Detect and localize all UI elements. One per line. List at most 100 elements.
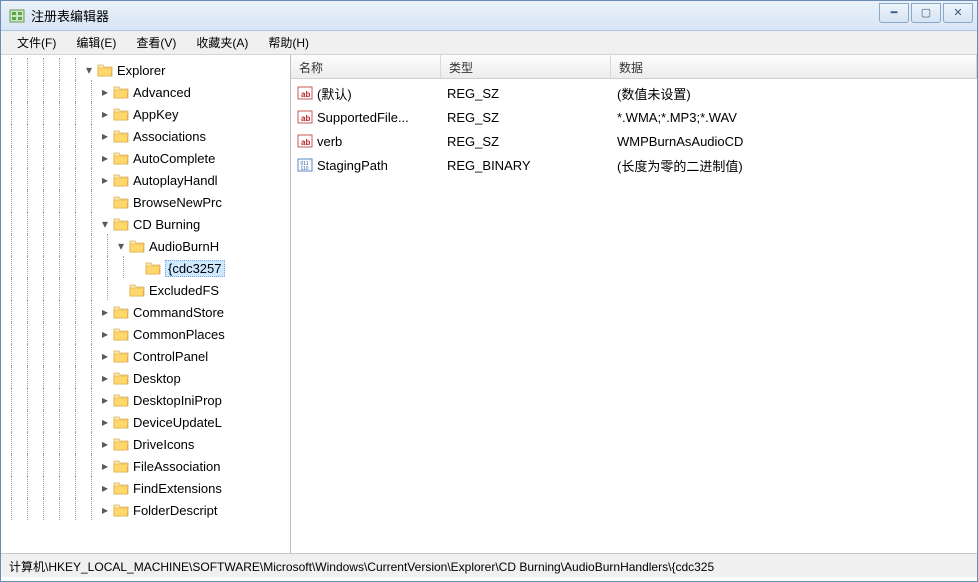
expand-icon[interactable]: ▸ [99,350,111,362]
svg-text:ab: ab [301,114,310,123]
menu-view[interactable]: 查看(V) [126,31,186,54]
tree-label: DeviceUpdateL [133,415,222,430]
tree-item-driveicons[interactable]: ▸ DriveIcons [1,433,290,455]
value-data: (长度为零的二进制值) [611,156,977,175]
tree-item-desktop[interactable]: ▸ Desktop [1,367,290,389]
tree-label: {cdc3257 [165,260,225,277]
expand-icon[interactable]: ▸ [99,174,111,186]
window-controls: ━ ▢ ✕ [877,3,973,25]
value-name: ab(默认) [291,84,441,103]
minimize-button[interactable]: ━ [879,3,909,23]
main-area: ▾Explorer▸Advanced▸AppKey▸Associations▸A… [1,55,977,553]
tree-label: CD Burning [133,217,200,232]
tree-label: Explorer [117,63,165,78]
value-name: 011110StagingPath [291,157,441,173]
expand-icon[interactable]: ▸ [99,108,111,120]
value-type: REG_BINARY [441,158,611,173]
tree-item-appkey[interactable]: ▸ AppKey [1,103,290,125]
column-name[interactable]: 名称 [291,55,441,78]
registry-tree: ▾Explorer▸Advanced▸AppKey▸Associations▸A… [1,55,290,525]
svg-text:ab: ab [301,138,310,147]
tree-label: CommandStore [133,305,224,320]
tree-item-explorer[interactable]: ▾ Explorer [1,59,290,81]
app-icon [9,8,25,24]
expand-icon[interactable]: ▸ [99,394,111,406]
expand-icon[interactable]: ▸ [99,372,111,384]
statusbar: 计算机\HKEY_LOCAL_MACHINE\SOFTWARE\Microsof… [1,553,977,577]
tree-label: CommonPlaces [133,327,225,342]
expand-icon[interactable]: ▸ [99,460,111,472]
tree-item-cdburning[interactable]: ▾ CD Burning [1,213,290,235]
value-row[interactable]: abSupportedFile...REG_SZ*.WMA;*.MP3;*.WA… [291,105,977,129]
titlebar: 注册表编辑器 ━ ▢ ✕ [1,1,977,31]
value-data: (数值未设置) [611,84,977,103]
expand-icon[interactable]: ▸ [99,482,111,494]
menu-help[interactable]: 帮助(H) [258,31,319,54]
menu-edit[interactable]: 编辑(E) [66,31,126,54]
tree-item-excludedfs[interactable]: ▸ExcludedFS [1,279,290,301]
tree-item-desktopiniprop[interactable]: ▸ DesktopIniProp [1,389,290,411]
expand-icon[interactable]: ▸ [99,306,111,318]
tree-panel[interactable]: ▾Explorer▸Advanced▸AppKey▸Associations▸A… [1,55,291,553]
tree-label: ExcludedFS [149,283,219,298]
collapse-icon[interactable]: ▾ [99,218,111,230]
menubar: 文件(F) 编辑(E) 查看(V) 收藏夹(A) 帮助(H) [1,31,977,55]
window-title: 注册表编辑器 [31,6,877,25]
column-data[interactable]: 数据 [611,55,977,78]
tree-label: FileAssociation [133,459,220,474]
value-data: WMPBurnAsAudioCD [611,134,977,149]
tree-item-autocomplete[interactable]: ▸AutoComplete [1,147,290,169]
value-row[interactable]: abverbREG_SZWMPBurnAsAudioCD [291,129,977,153]
value-name: abverb [291,133,441,149]
tree-item-folderdescript[interactable]: ▸ FolderDescript [1,499,290,521]
list-panel: 名称 类型 数据 ab(默认)REG_SZ(数值未设置)abSupportedF… [291,55,977,553]
svg-text:110: 110 [301,166,309,172]
tree-label: FindExtensions [133,481,222,496]
list-header: 名称 类型 数据 [291,55,977,79]
svg-text:ab: ab [301,90,310,99]
tree-label: Advanced [133,85,191,100]
tree-item-commandstore[interactable]: ▸ CommandStore [1,301,290,323]
tree-item-findextensions[interactable]: ▸ FindExtensions [1,477,290,499]
expand-icon[interactable]: ▸ [99,328,111,340]
tree-label: DesktopIniProp [133,393,222,408]
tree-item-commonplaces[interactable]: ▸ CommonPlaces [1,323,290,345]
tree-item-advanced[interactable]: ▸ Advanced [1,81,290,103]
tree-item-deviceupdatel[interactable]: ▸ DeviceUpdateL [1,411,290,433]
maximize-button[interactable]: ▢ [911,3,941,23]
expand-icon[interactable]: ▸ [99,152,111,164]
tree-item-cdc3257[interactable]: ▸{cdc3257 [1,257,290,279]
expand-icon[interactable]: ▸ [99,130,111,142]
collapse-icon[interactable]: ▾ [83,64,95,76]
value-type: REG_SZ [441,110,611,125]
tree-label: Desktop [133,371,181,386]
menu-favorites[interactable]: 收藏夹(A) [186,31,258,54]
status-path: 计算机\HKEY_LOCAL_MACHINE\SOFTWARE\Microsof… [9,560,714,574]
value-row[interactable]: ab(默认)REG_SZ(数值未设置) [291,81,977,105]
tree-item-fileassociation[interactable]: ▸ FileAssociation [1,455,290,477]
tree-item-audioburnh[interactable]: ▾ AudioBurnH [1,235,290,257]
value-type: REG_SZ [441,134,611,149]
tree-label: Associations [133,129,206,144]
value-type: REG_SZ [441,86,611,101]
list-body: ab(默认)REG_SZ(数值未设置)abSupportedFile...REG… [291,79,977,177]
expand-icon[interactable]: ▸ [99,504,111,516]
tree-item-browsenewprc[interactable]: ▸BrowseNewPrc [1,191,290,213]
value-data: *.WMA;*.MP3;*.WAV [611,110,977,125]
expand-icon[interactable]: ▸ [99,438,111,450]
expand-icon[interactable]: ▸ [99,416,111,428]
expand-icon[interactable]: ▸ [99,86,111,98]
tree-label: FolderDescript [133,503,218,518]
collapse-icon[interactable]: ▾ [115,240,127,252]
tree-label: AudioBurnH [149,239,219,254]
tree-label: ControlPanel [133,349,208,364]
tree-label: AppKey [133,107,179,122]
tree-item-associations[interactable]: ▸ Associations [1,125,290,147]
menu-file[interactable]: 文件(F) [7,31,66,54]
value-row[interactable]: 011110StagingPathREG_BINARY(长度为零的二进制值) [291,153,977,177]
tree-item-controlpanel[interactable]: ▸ ControlPanel [1,345,290,367]
tree-item-autoplayhandl[interactable]: ▸AutoplayHandl [1,169,290,191]
tree-label: DriveIcons [133,437,194,452]
close-button[interactable]: ✕ [943,3,973,23]
column-type[interactable]: 类型 [441,55,611,78]
